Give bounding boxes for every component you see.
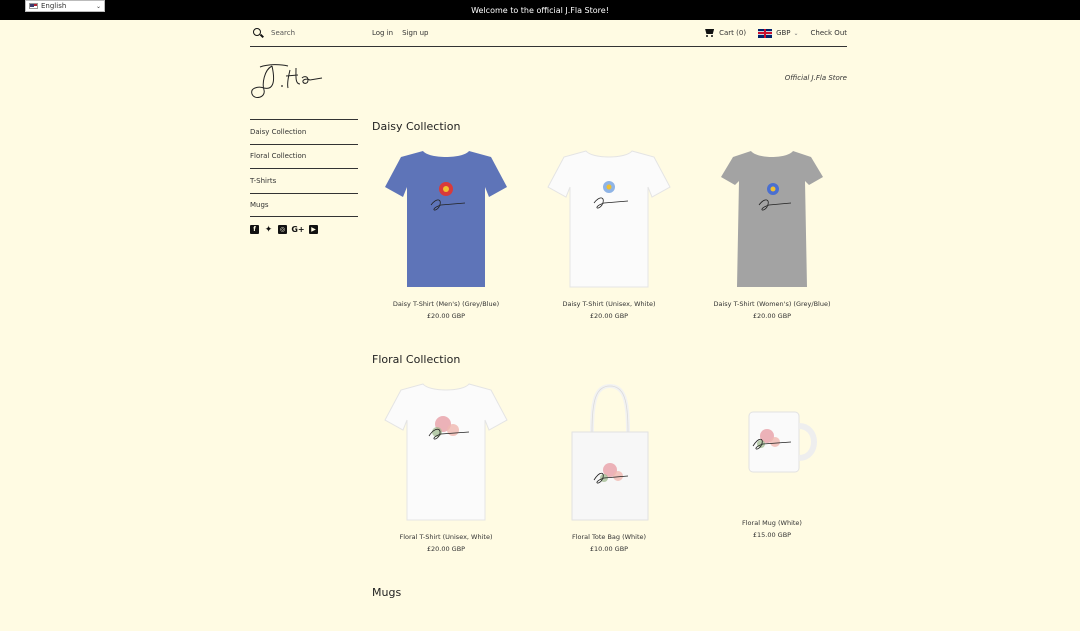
product-image[interactable] <box>371 147 521 292</box>
section-title-daisy: Daisy Collection <box>372 120 461 133</box>
search-icon[interactable] <box>253 28 263 38</box>
product-image[interactable] <box>371 380 521 525</box>
announcement-bar: Welcome to the official J.Fla Store! <box>0 0 1080 20</box>
store-tagline: Official J.Fla Store <box>784 74 847 82</box>
sidebar-nav: Daisy Collection Floral Collection T-Shi… <box>250 119 358 235</box>
us-flag-icon <box>29 3 38 9</box>
search-input[interactable]: Search <box>271 29 366 37</box>
cart-icon[interactable] <box>704 29 715 37</box>
product-card[interactable]: Daisy T-Shirt (Unisex, White) £20.00 GBP <box>534 147 684 320</box>
site-logo[interactable] <box>250 60 326 100</box>
product-price: £20.00 GBP <box>426 545 466 553</box>
header-actions: Cart (0) GBP ⌄ Check Out <box>704 28 847 38</box>
product-image[interactable] <box>534 147 684 292</box>
google-plus-icon[interactable]: G+ <box>291 225 304 234</box>
product-price: £15.00 GBP <box>752 531 792 539</box>
currency-select[interactable]: GBP <box>776 29 790 37</box>
chevron-down-icon: ⌄ <box>95 2 101 10</box>
signup-link[interactable]: Sign up <box>402 29 428 37</box>
site-header: Search Log in Sign up Cart (0) GBP ⌄ Che… <box>250 20 847 47</box>
checkout-link[interactable]: Check Out <box>811 29 847 37</box>
sidebar-item-t-shirts[interactable]: T-Shirts <box>250 168 358 193</box>
facebook-icon[interactable]: f <box>250 225 259 234</box>
chevron-down-icon: ⌄ <box>793 29 799 37</box>
sidebar-item-mugs[interactable]: Mugs <box>250 192 358 217</box>
instagram-icon[interactable]: ◎ <box>278 225 287 234</box>
cart-link[interactable]: Cart (0) <box>719 29 746 37</box>
product-name[interactable]: Floral Mug (White) <box>697 519 847 527</box>
language-value: English <box>41 2 67 10</box>
product-name[interactable]: Daisy T-Shirt (Men's) (Grey/Blue) <box>371 300 521 308</box>
product-card[interactable]: Floral Mug (White) £15.00 GBP <box>697 380 847 539</box>
product-card[interactable]: Floral T-Shirt (Unisex, White) £20.00 GB… <box>371 380 521 553</box>
product-name[interactable]: Floral T-Shirt (Unisex, White) <box>371 533 521 541</box>
announcement-text: Welcome to the official J.Fla Store! <box>471 5 609 15</box>
product-price: £20.00 GBP <box>426 312 466 320</box>
product-name[interactable]: Daisy T-Shirt (Women's) (Grey/Blue) <box>697 300 847 308</box>
section-title-floral: Floral Collection <box>372 353 461 366</box>
product-card[interactable]: Floral Tote Bag (White) £10.00 GBP <box>534 380 684 553</box>
uk-flag-icon <box>758 28 773 38</box>
language-select[interactable]: English ⌄ <box>25 0 105 12</box>
product-price: £20.00 GBP <box>752 312 792 320</box>
product-card[interactable]: Daisy T-Shirt (Men's) (Grey/Blue) £20.00… <box>371 147 521 320</box>
section-title-mugs: Mugs <box>372 586 402 599</box>
youtube-icon[interactable]: ▶ <box>309 225 318 234</box>
sidebar-item-floral-collection[interactable]: Floral Collection <box>250 143 358 169</box>
social-links: f ✦ ◎ G+ ▶ <box>250 225 358 235</box>
product-price: £20.00 GBP <box>589 312 629 320</box>
product-price: £10.00 GBP <box>589 545 629 553</box>
product-name[interactable]: Floral Tote Bag (White) <box>534 533 684 541</box>
product-image[interactable] <box>697 380 847 511</box>
sidebar-item-daisy-collection[interactable]: Daisy Collection <box>250 119 358 144</box>
product-card[interactable]: Daisy T-Shirt (Women's) (Grey/Blue) £20.… <box>697 147 847 320</box>
product-image[interactable] <box>697 147 847 292</box>
product-name[interactable]: Daisy T-Shirt (Unisex, White) <box>534 300 684 308</box>
product-image[interactable] <box>534 380 684 525</box>
twitter-icon[interactable]: ✦ <box>264 225 273 235</box>
login-link[interactable]: Log in <box>372 29 393 37</box>
